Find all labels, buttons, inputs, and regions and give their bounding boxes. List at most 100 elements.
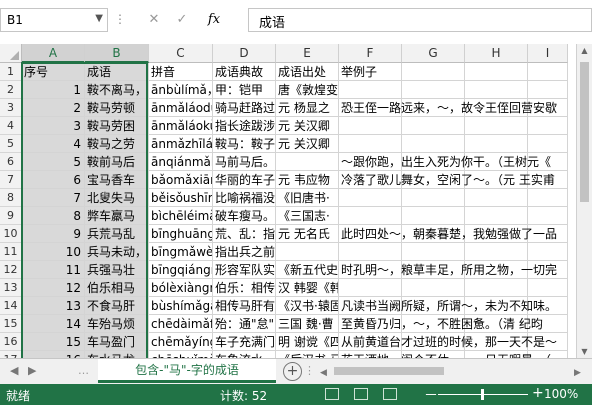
- cell[interactable]: [465, 63, 528, 81]
- cell[interactable]: [402, 135, 465, 153]
- cell[interactable]: 不食马肝: [85, 297, 149, 315]
- cell[interactable]: 从前黄道台才过班的时候，那一天不是～: [339, 333, 557, 351]
- cell[interactable]: ānmǎzhīlá: [149, 135, 213, 153]
- row-header[interactable]: 10: [0, 225, 22, 243]
- name-box[interactable]: B1 ▼: [0, 8, 108, 32]
- cell[interactable]: 时孔明～，粮草丰足，所用之物，一切完: [339, 261, 557, 279]
- cell[interactable]: 元 关汉卿: [276, 117, 339, 135]
- column-header-i[interactable]: I: [528, 44, 568, 63]
- cell[interactable]: 15: [22, 333, 85, 351]
- cell[interactable]: 车子充满门: [213, 333, 276, 351]
- cell[interactable]: 鞍马劳顿: [85, 99, 149, 117]
- cell[interactable]: 拼音: [149, 63, 213, 81]
- cell[interactable]: 序号: [22, 63, 85, 81]
- add-sheet-button[interactable]: +: [283, 362, 302, 381]
- cell[interactable]: [402, 117, 465, 135]
- cell[interactable]: chēshuǐmǎ: [149, 351, 213, 358]
- cell[interactable]: [528, 207, 568, 225]
- column-header-d[interactable]: D: [213, 44, 276, 63]
- cell[interactable]: 8: [22, 207, 85, 225]
- row-header[interactable]: 1: [0, 63, 22, 81]
- cell[interactable]: ānbùlímǎ，: [149, 81, 213, 99]
- cell[interactable]: bìchēléimǎ: [149, 207, 213, 225]
- cell[interactable]: [276, 153, 339, 171]
- cell[interactable]: 华丽的车子: [213, 171, 276, 189]
- cell[interactable]: 凡读书当阙所疑，所谓～，未为不知味。: [339, 297, 557, 315]
- cell[interactable]: 车水马龙: [85, 351, 149, 358]
- formula-input[interactable]: 成语: [248, 8, 592, 32]
- cell[interactable]: 破车瘦马。: [213, 207, 276, 225]
- row-header[interactable]: 11: [0, 243, 22, 261]
- cell[interactable]: [528, 135, 568, 153]
- cell[interactable]: 元 关汉卿: [276, 135, 339, 153]
- cell[interactable]: 比喻祸福没: [213, 189, 276, 207]
- cell[interactable]: 车殆马烦: [85, 315, 149, 333]
- cell[interactable]: 汉 韩婴《韩: [276, 279, 339, 297]
- prev-sheet-icon[interactable]: ◀: [10, 364, 18, 377]
- cell[interactable]: 6: [22, 171, 85, 189]
- cell[interactable]: 兵马未动，: [85, 243, 149, 261]
- scroll-down-icon[interactable]: ▼: [577, 347, 592, 356]
- cell[interactable]: 弊车羸马: [85, 207, 149, 225]
- zoom-slider-knob[interactable]: [481, 389, 484, 400]
- cell[interactable]: [528, 63, 568, 81]
- row-header[interactable]: 5: [0, 135, 22, 153]
- cell[interactable]: 宝马香车: [85, 171, 149, 189]
- more-sheets-icon[interactable]: …: [78, 364, 89, 377]
- cell[interactable]: běisǒushīr: [149, 189, 213, 207]
- cell[interactable]: 10: [22, 243, 85, 261]
- cell[interactable]: [276, 243, 339, 261]
- cell[interactable]: [402, 81, 465, 99]
- cell[interactable]: 指长途跋涉: [213, 117, 276, 135]
- cell[interactable]: bīngqiángr: [149, 261, 213, 279]
- sheet-tab[interactable]: 包含-"马"-字的成语: [98, 359, 276, 383]
- cell[interactable]: chēdàimǎf: [149, 315, 213, 333]
- cell[interactable]: [339, 81, 402, 99]
- scroll-up-icon[interactable]: ▲: [577, 46, 592, 55]
- cell[interactable]: 5: [22, 153, 85, 171]
- column-header-a[interactable]: A: [22, 44, 85, 63]
- cell[interactable]: 三国 魏·曹: [276, 315, 339, 333]
- cell[interactable]: 7: [22, 189, 85, 207]
- cell[interactable]: 至黄昏乃归，～，不胜困惫。（清 纪昀: [339, 315, 543, 333]
- cell[interactable]: 恐王侄一路远来，～，故令王侄回营安歇: [339, 99, 557, 117]
- zoom-in-button[interactable]: +: [532, 385, 544, 401]
- zoom-out-button[interactable]: －: [424, 385, 438, 405]
- cell[interactable]: 9: [22, 225, 85, 243]
- cell[interactable]: bùshímǎgā: [149, 297, 213, 315]
- cell[interactable]: [339, 243, 402, 261]
- cell[interactable]: 兵荒马乱: [85, 225, 149, 243]
- cell[interactable]: 伯乐相马: [85, 279, 149, 297]
- cell[interactable]: [528, 189, 568, 207]
- cell[interactable]: 13: [22, 297, 85, 315]
- cell[interactable]: 荒、乱：指: [213, 225, 276, 243]
- cell[interactable]: [465, 207, 528, 225]
- cell[interactable]: [339, 117, 402, 135]
- row-header[interactable]: 8: [0, 189, 22, 207]
- horizontal-scrollbar[interactable]: ◀ ▶: [318, 365, 588, 377]
- cell[interactable]: 3: [22, 117, 85, 135]
- cell[interactable]: 鞍不离马，: [85, 81, 149, 99]
- cell[interactable]: 成语典故: [213, 63, 276, 81]
- split-dots-icon[interactable]: ⋮: [304, 364, 315, 377]
- cell[interactable]: 花天酒地，闹个不休，～，日无暇晷。（: [339, 351, 551, 358]
- cell[interactable]: bīnghuāng: [149, 225, 213, 243]
- cancel-button[interactable]: ✕: [144, 11, 164, 29]
- cell[interactable]: 冷落了歌儿舞女，空闲了～。（元 王实甫: [339, 171, 555, 189]
- cell[interactable]: [339, 135, 402, 153]
- cell[interactable]: 16: [22, 351, 85, 358]
- cell[interactable]: [465, 135, 528, 153]
- cell[interactable]: 伯乐：相传: [213, 279, 276, 297]
- normal-view-icon[interactable]: [325, 388, 339, 400]
- cell[interactable]: 相传马肝有: [213, 297, 276, 315]
- cell[interactable]: [528, 243, 568, 261]
- cell[interactable]: ānmǎláokù: [149, 117, 213, 135]
- cell[interactable]: 《旧唐书·: [276, 189, 339, 207]
- cell[interactable]: 指出兵之前: [213, 243, 276, 261]
- cell[interactable]: 成语出处: [276, 63, 339, 81]
- row-header[interactable]: 15: [0, 315, 22, 333]
- row-header[interactable]: 4: [0, 117, 22, 135]
- cell[interactable]: 甲：铠甲: [213, 81, 276, 99]
- scroll-thumb[interactable]: [580, 62, 589, 202]
- cell[interactable]: 形容军队实: [213, 261, 276, 279]
